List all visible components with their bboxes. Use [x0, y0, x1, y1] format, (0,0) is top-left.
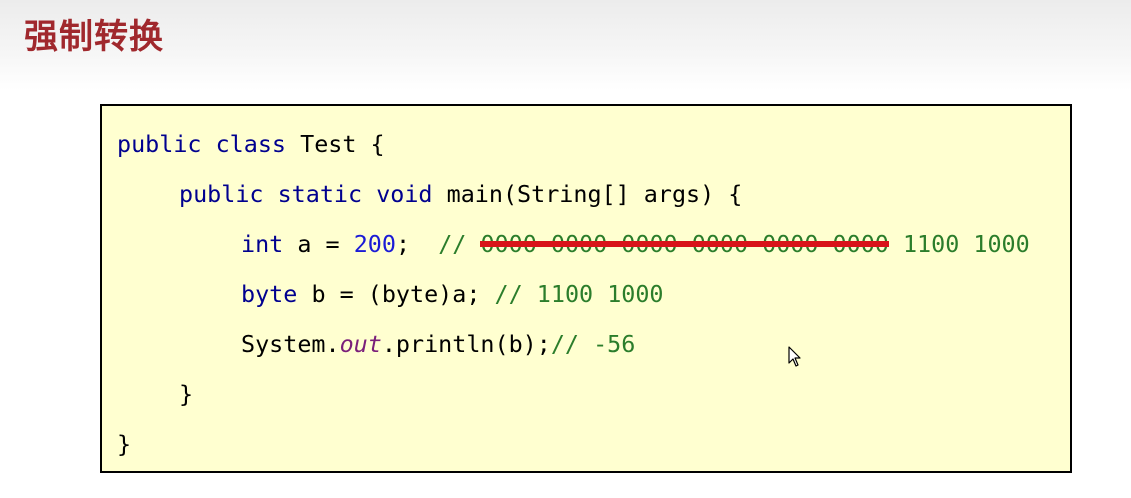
code-line-1: public class Test {	[117, 126, 385, 162]
struck-high-bits: 0000 0000 0000 0000 0000 0000	[480, 226, 889, 262]
mouse-pointer-icon	[788, 346, 801, 367]
comment-prefix: //	[438, 230, 467, 258]
comment-bits: // 1100 1000	[494, 280, 664, 308]
class-name: Test	[300, 130, 357, 158]
keyword-public: public	[179, 180, 264, 208]
keyword-public: public	[117, 130, 202, 158]
declaration-b: b = (byte)a;	[311, 280, 481, 308]
keyword-static: static	[277, 180, 363, 208]
code-line-7: }	[117, 426, 131, 462]
out-field: out	[339, 330, 382, 358]
code-line-4: byte b = (byte)a; // 1100 1000	[241, 276, 664, 312]
code-block: public class Test { public static void m…	[100, 104, 1072, 473]
comment-result: // -56	[550, 330, 636, 358]
brace-open: {	[370, 130, 385, 158]
keyword-int: int	[241, 230, 284, 258]
brace-open: {	[728, 180, 743, 208]
keyword-void: void	[376, 180, 433, 208]
keyword-byte: byte	[241, 280, 298, 308]
number-literal: 200	[353, 230, 396, 258]
declaration-a: a =	[297, 230, 340, 258]
slide-title: 强制转换	[24, 17, 164, 57]
slide-header-band	[0, 0, 1131, 90]
println-call: .println(b);	[381, 330, 551, 358]
semicolon: ;	[395, 230, 411, 258]
method-signature: main(String[] args)	[446, 180, 715, 208]
low-bits-text: 1100 1000	[902, 230, 1030, 258]
code-line-2: public static void main(String[] args) {	[179, 176, 742, 212]
keyword-class: class	[215, 130, 287, 158]
code-line-6: }	[179, 376, 193, 412]
brace-close: }	[179, 380, 194, 408]
red-strike-line	[480, 241, 889, 247]
brace-close: }	[117, 430, 132, 458]
system-class: System.	[241, 330, 340, 358]
code-line-3: int a = 200; // 0000 0000 0000 0000 0000…	[241, 226, 1030, 262]
code-line-5: System.out.println(b);// -56	[241, 326, 635, 362]
